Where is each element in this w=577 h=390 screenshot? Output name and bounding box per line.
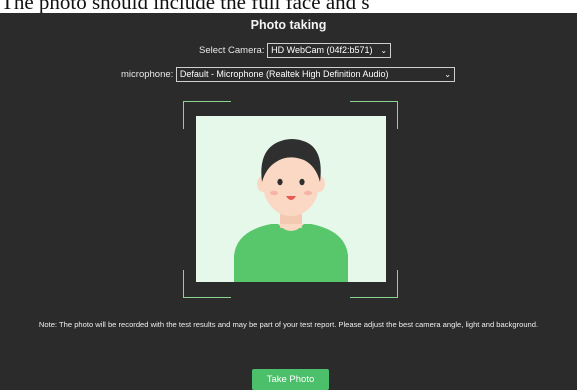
photo-note: Note: The photo will be recorded with th… (38, 320, 539, 329)
microphone-select-value: Default - Microphone (Realtek High Defin… (179, 69, 389, 79)
camera-preview (196, 116, 386, 282)
chevron-down-icon: ⌄ (380, 46, 388, 55)
camera-label: Select Camera: (199, 45, 265, 56)
person-avatar-icon (234, 139, 348, 282)
microphone-row: microphone: Default - Microphone (Realte… (121, 67, 455, 82)
chevron-down-icon: ⌄ (444, 70, 451, 79)
camera-select-value: HD WebCam (04f2:b571) (271, 45, 373, 55)
take-photo-button[interactable]: Take Photo (252, 369, 329, 390)
camera-select[interactable]: HD WebCam (04f2:b571) ⌄ (267, 43, 392, 58)
camera-row: Select Camera: HD WebCam (04f2:b571) ⌄ (199, 43, 392, 58)
microphone-label: microphone: (121, 69, 174, 80)
cut-off-instruction-text: The photo should include the full face a… (1, 0, 370, 13)
photo-taking-panel: Photo taking Select Camera: HD WebCam (0… (0, 13, 577, 390)
panel-title: Photo taking (250, 18, 327, 32)
microphone-select[interactable]: Default - Microphone (Realtek High Defin… (175, 67, 455, 82)
